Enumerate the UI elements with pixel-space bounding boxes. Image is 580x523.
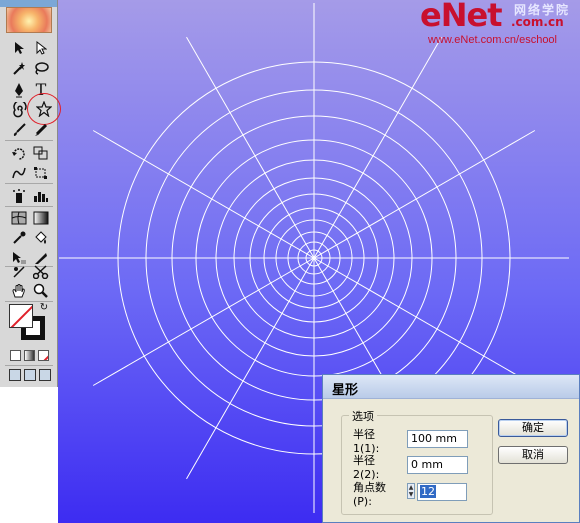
zoom-icon[interactable] xyxy=(30,281,52,301)
web-spoke xyxy=(186,36,315,259)
hand-icon[interactable] xyxy=(8,281,30,301)
web-spoke xyxy=(186,257,315,480)
eyedropper-icon[interactable] xyxy=(8,228,30,248)
tools-panel: T ↻ xyxy=(0,0,61,387)
lasso-icon[interactable] xyxy=(30,58,52,78)
radius2-input[interactable]: 0 mm xyxy=(407,456,468,474)
ok-button[interactable]: 确定 xyxy=(498,419,568,437)
points-label: 角点数(P): xyxy=(353,480,386,508)
fill-swatch[interactable] xyxy=(9,304,33,328)
points-spinner[interactable]: ▲ ▼ xyxy=(407,483,415,499)
radius2-row: 半径 2(2): xyxy=(353,454,403,481)
brand-url: www.eNet.com.cn/eschool xyxy=(428,34,557,46)
brand-domain-suffix: .com.cn xyxy=(511,15,564,29)
selection-icon[interactable] xyxy=(8,38,30,58)
radius1-row: 半径 1(1): xyxy=(353,428,403,455)
scale-icon[interactable] xyxy=(30,143,52,163)
options-group-label: 选项 xyxy=(349,408,377,424)
mesh-icon[interactable] xyxy=(8,208,30,228)
column-graph-icon[interactable] xyxy=(30,186,52,206)
direct-selection-icon[interactable] xyxy=(30,38,52,58)
dialog-title: 星形 xyxy=(332,383,359,398)
points-value-selected: 12 xyxy=(420,485,436,498)
dialog-titlebar[interactable]: 星形 xyxy=(323,375,579,399)
tools-panel-titlebar[interactable] xyxy=(0,0,57,7)
color-mode-button[interactable] xyxy=(10,350,21,361)
gradient-mode-button[interactable] xyxy=(24,350,35,361)
web-spoke xyxy=(92,257,315,386)
cancel-button[interactable]: 取消 xyxy=(498,446,568,464)
tools-panel-header-logo xyxy=(6,7,52,33)
full-screen-mode-button[interactable] xyxy=(39,369,51,381)
pen-icon[interactable] xyxy=(8,80,30,100)
points-row: 角点数(P): xyxy=(353,481,403,508)
scissors-icon[interactable] xyxy=(30,262,52,282)
none-mode-button[interactable] xyxy=(38,350,49,361)
symbol-sprayer-icon[interactable] xyxy=(8,186,30,206)
brand-logo-text: eNet xyxy=(420,0,502,34)
live-paint-bucket-icon[interactable] xyxy=(30,228,52,248)
magic-wand-icon[interactable] xyxy=(8,58,30,78)
free-transform-icon[interactable] xyxy=(30,163,52,183)
enet-watermark-logo: eNet 网络学院 .com.cn www.eNet.com.cn/eschoo… xyxy=(420,0,580,50)
standard-screen-mode-button[interactable] xyxy=(9,369,21,381)
warp-icon[interactable] xyxy=(8,163,30,183)
star-dialog: 星形 选项 半径 1(1): 100 mm 半径 2(2): 0 mm 角点数(… xyxy=(322,374,580,523)
points-input[interactable]: 12 xyxy=(417,483,467,501)
pencil-icon[interactable] xyxy=(30,120,52,140)
gradient-icon[interactable] xyxy=(30,208,52,228)
paintbrush-icon[interactable] xyxy=(8,120,30,140)
full-screen-menu-mode-button[interactable] xyxy=(24,369,36,381)
web-spoke xyxy=(313,36,442,259)
radius1-input[interactable]: 100 mm xyxy=(407,430,468,448)
web-spoke xyxy=(313,257,536,386)
radius1-label: 半径 1(1): xyxy=(353,427,380,455)
swap-fill-stroke-icon[interactable]: ↻ xyxy=(38,302,50,314)
rotate-icon[interactable] xyxy=(8,143,30,163)
symbol-shift-icon[interactable] xyxy=(8,262,30,282)
web-spoke xyxy=(92,130,315,259)
web-spoke xyxy=(313,130,536,259)
radius2-label: 半径 2(2): xyxy=(353,453,380,481)
